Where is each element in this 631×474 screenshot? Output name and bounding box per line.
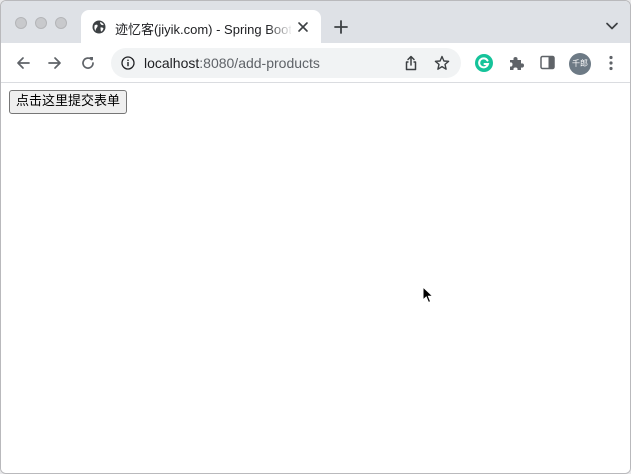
- grammarly-g-icon: [478, 57, 490, 69]
- mouse-cursor-icon: [422, 286, 434, 304]
- submit-form-button[interactable]: 点击这里提交表单: [9, 90, 128, 114]
- info-icon[interactable]: [121, 56, 135, 70]
- more-menu-icon[interactable]: [609, 55, 613, 71]
- new-tab-icon[interactable]: [333, 19, 349, 35]
- url-host: localhost: [144, 55, 200, 71]
- url-text[interactable]: localhost:8080/add-products: [144, 55, 320, 71]
- close-tab-icon[interactable]: [296, 20, 310, 34]
- grammarly-extension-icon[interactable]: [475, 54, 493, 72]
- minimize-window-button[interactable]: [35, 17, 47, 29]
- reload-icon[interactable]: [79, 54, 97, 72]
- zoom-window-button[interactable]: [55, 17, 67, 29]
- puzzle-piece-icon[interactable]: [508, 55, 524, 71]
- url-path: :8080/add-products: [199, 55, 320, 71]
- close-window-button[interactable]: [15, 17, 27, 29]
- tab-title: 迹忆客(jiyik.com) - Spring Boot: [115, 22, 291, 37]
- back-arrow-icon[interactable]: [14, 54, 32, 72]
- globe-icon: [92, 20, 106, 34]
- forward-arrow-icon[interactable]: [46, 54, 64, 72]
- tab-title-fade: [267, 18, 293, 38]
- bookmark-star-icon[interactable]: [434, 55, 450, 71]
- profile-avatar[interactable]: 千郎: [569, 53, 591, 75]
- share-icon[interactable]: [404, 55, 418, 71]
- browser-window: 迹忆客(jiyik.com) - Spring Boot localhost:8…: [0, 0, 631, 474]
- chevron-down-icon[interactable]: [605, 21, 619, 31]
- side-panel-icon[interactable]: [540, 55, 555, 70]
- page-content: 点击这里提交表单: [1, 83, 630, 473]
- tab-active[interactable]: 迹忆客(jiyik.com) - Spring Boot: [81, 10, 321, 43]
- browser-toolbar: localhost:8080/add-products 千郎: [1, 43, 630, 83]
- tab-strip: 迹忆客(jiyik.com) - Spring Boot: [1, 1, 630, 43]
- address-bar[interactable]: localhost:8080/add-products: [111, 48, 461, 78]
